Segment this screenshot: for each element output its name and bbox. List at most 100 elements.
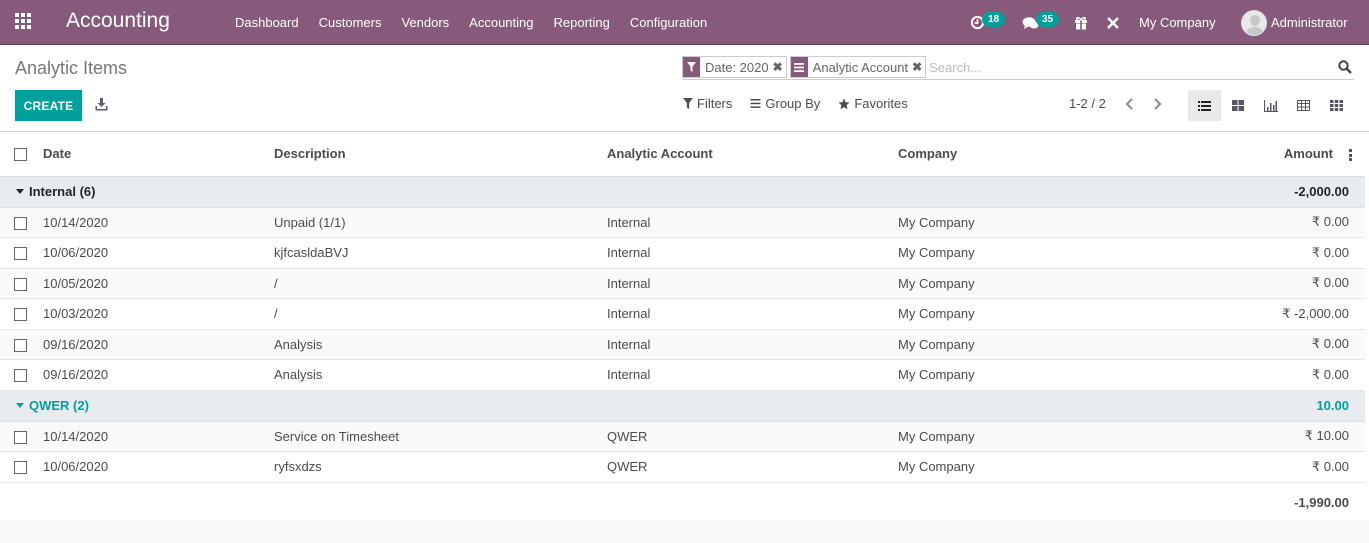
app-title: Accounting bbox=[66, 9, 170, 32]
table-row[interactable]: 10/03/2020 / Internal My Company ₹ -2,00… bbox=[0, 298, 1365, 330]
column-header-date[interactable]: Date bbox=[43, 132, 274, 177]
column-header-amount[interactable]: Amount bbox=[1125, 132, 1365, 177]
menu-customers[interactable]: Customers bbox=[319, 15, 382, 30]
column-header-company[interactable]: Company bbox=[898, 132, 1125, 177]
menu-dashboard[interactable]: Dashboard bbox=[235, 15, 299, 30]
pager-value[interactable]: 1-2 / 2 bbox=[1069, 96, 1106, 111]
group-row-internal[interactable]: Internal (6) -2,000.00 bbox=[0, 176, 1365, 208]
control-panel: Analytic Items CREATE Date: 2020 ✖ Analy… bbox=[0, 45, 1369, 132]
updates-menu[interactable] bbox=[1074, 0, 1088, 45]
optional-columns-icon[interactable] bbox=[1349, 149, 1353, 161]
menu-accounting[interactable]: Accounting bbox=[469, 15, 533, 30]
column-header-analytic-account[interactable]: Analytic Account bbox=[607, 132, 898, 177]
facet-remove-icon[interactable]: ✖ bbox=[912, 57, 925, 77]
cell-description: / bbox=[274, 298, 607, 330]
facet-remove-icon[interactable]: ✖ bbox=[773, 57, 786, 77]
user-name: Administrator bbox=[1271, 15, 1348, 30]
caret-down-icon bbox=[16, 189, 24, 195]
cell-amount: ₹ 0.00 bbox=[1125, 207, 1365, 238]
cell-company: My Company bbox=[898, 207, 1125, 238]
filter-icon bbox=[683, 57, 700, 77]
row-checkbox[interactable] bbox=[14, 461, 27, 475]
favorites-button[interactable]: Favorites bbox=[838, 96, 908, 111]
table-row[interactable]: 10/06/2020 ryfsxdzs QWER My Company ₹ 0.… bbox=[0, 451, 1365, 483]
group-row-qwer[interactable]: QWER (2) 10.00 bbox=[0, 390, 1365, 422]
table-row[interactable]: 10/05/2020 / Internal My Company ₹ 0.00 bbox=[0, 268, 1365, 299]
group-by-icon bbox=[750, 99, 761, 108]
avatar bbox=[1241, 9, 1267, 36]
company-name: My Company bbox=[1139, 15, 1216, 30]
table-header: Date Description Analytic Account Compan… bbox=[0, 132, 1365, 177]
search-icon[interactable] bbox=[1338, 60, 1352, 74]
row-select-cell bbox=[0, 298, 43, 330]
row-select-cell bbox=[0, 268, 43, 299]
list-icon bbox=[1198, 100, 1211, 111]
cell-analytic-account: Internal bbox=[607, 268, 898, 299]
main-menu: Dashboard Customers Vendors Accounting R… bbox=[235, 0, 727, 45]
download-icon[interactable] bbox=[95, 98, 108, 111]
menu-reporting[interactable]: Reporting bbox=[554, 15, 610, 30]
kanban-icon bbox=[1231, 100, 1244, 111]
row-checkbox[interactable] bbox=[14, 430, 27, 444]
facet-group-by: Analytic Account ✖ bbox=[789, 56, 927, 78]
cell-description: kjfcasldaBVJ bbox=[274, 237, 607, 269]
graph-view-button[interactable] bbox=[1254, 90, 1287, 121]
cell-description: Analysis bbox=[274, 359, 607, 391]
cell-date: 10/14/2020 bbox=[43, 207, 274, 238]
table-row[interactable]: 09/16/2020 Analysis Internal My Company … bbox=[0, 329, 1365, 360]
cell-company: My Company bbox=[898, 359, 1125, 391]
kanban-view-button[interactable] bbox=[1221, 90, 1254, 121]
row-checkbox[interactable] bbox=[14, 216, 27, 230]
activity-menu[interactable]: 18 bbox=[970, 0, 1006, 45]
cell-company: My Company bbox=[898, 268, 1125, 299]
cell-date: 09/16/2020 bbox=[43, 359, 274, 391]
row-checkbox[interactable] bbox=[14, 369, 27, 383]
group-by-button[interactable]: Group By bbox=[750, 96, 820, 111]
messaging-menu[interactable]: 35 bbox=[1022, 0, 1060, 45]
cell-company: My Company bbox=[898, 237, 1125, 269]
company-switcher[interactable]: My Company bbox=[1139, 0, 1216, 45]
cell-date: 10/03/2020 bbox=[43, 298, 274, 330]
filters-button[interactable]: Filters bbox=[683, 96, 732, 111]
pivot-view-button[interactable] bbox=[1287, 90, 1320, 121]
cell-analytic-account: Internal bbox=[607, 329, 898, 360]
filter-icon bbox=[683, 98, 693, 109]
row-select-cell bbox=[0, 237, 43, 269]
debug-tools-menu[interactable] bbox=[1106, 0, 1120, 45]
search-input[interactable] bbox=[929, 56, 1354, 78]
facet-label: Analytic Account bbox=[812, 59, 909, 75]
table-row[interactable]: 10/14/2020 Service on Timesheet QWER My … bbox=[0, 421, 1365, 452]
table-row[interactable]: 10/14/2020 Unpaid (1/1) Internal My Comp… bbox=[0, 207, 1365, 238]
app-switcher-icon[interactable] bbox=[15, 13, 33, 29]
cell-description: Service on Timesheet bbox=[274, 421, 607, 452]
activity-badge: 18 bbox=[982, 12, 1006, 27]
user-menu[interactable]: Administrator bbox=[1241, 0, 1348, 45]
group-total: -2,000.00 bbox=[1125, 176, 1365, 208]
row-checkbox[interactable] bbox=[14, 277, 27, 291]
cell-date: 09/16/2020 bbox=[43, 329, 274, 360]
grid-view-button[interactable] bbox=[1320, 90, 1353, 121]
row-select-cell bbox=[0, 359, 43, 391]
select-all-checkbox[interactable] bbox=[14, 148, 27, 162]
chevron-right-icon[interactable] bbox=[1151, 97, 1163, 111]
row-select-cell bbox=[0, 329, 43, 360]
cell-description: Analysis bbox=[274, 329, 607, 360]
create-button[interactable]: CREATE bbox=[15, 90, 82, 121]
table-row[interactable]: 09/16/2020 Analysis Internal My Company … bbox=[0, 359, 1365, 391]
cell-analytic-account: QWER bbox=[607, 451, 898, 483]
column-header-amount-label: Amount bbox=[1283, 146, 1333, 162]
table-row[interactable]: 10/06/2020 kjfcasldaBVJ Internal My Comp… bbox=[0, 237, 1365, 269]
list-view-button[interactable] bbox=[1188, 90, 1221, 121]
analytic-items-list: Date Description Analytic Account Compan… bbox=[0, 132, 1369, 522]
top-navbar: Accounting Dashboard Customers Vendors A… bbox=[0, 0, 1369, 45]
row-checkbox[interactable] bbox=[14, 308, 27, 322]
row-checkbox[interactable] bbox=[14, 338, 27, 352]
row-checkbox[interactable] bbox=[14, 247, 27, 261]
cell-description: Unpaid (1/1) bbox=[274, 207, 607, 238]
menu-vendors[interactable]: Vendors bbox=[401, 15, 449, 30]
menu-configuration[interactable]: Configuration bbox=[630, 15, 707, 30]
chevron-left-icon[interactable] bbox=[1124, 97, 1136, 111]
gift-icon bbox=[1075, 16, 1087, 30]
column-header-description[interactable]: Description bbox=[274, 132, 607, 177]
cell-amount: ₹ 0.00 bbox=[1125, 329, 1365, 360]
